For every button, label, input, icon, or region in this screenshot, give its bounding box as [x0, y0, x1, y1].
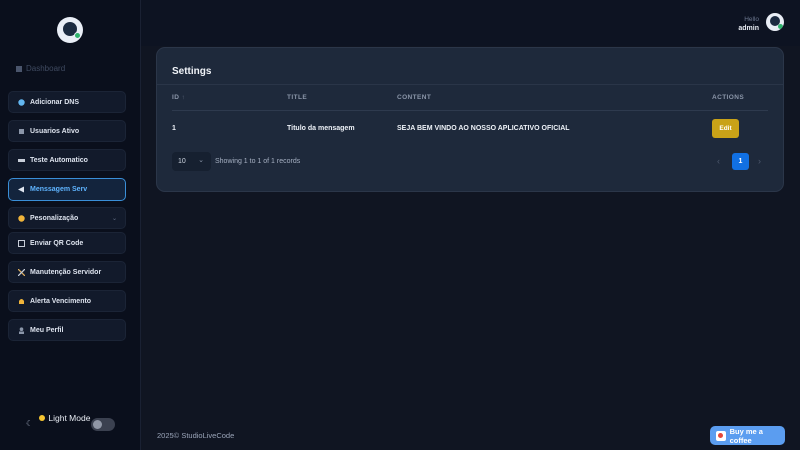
toggle-knob	[93, 420, 102, 429]
records-info: Showing 1 to 1 of 1 records	[215, 158, 301, 165]
user-icon	[18, 326, 25, 334]
settings-card: Settings ID ↑ TITLE CONTENT ACTIONS 1 Ti…	[156, 47, 784, 192]
sidebar-item-label: Menssagem Serv	[30, 186, 88, 193]
pagination-prev-icon[interactable]: ‹	[717, 156, 720, 166]
sidebar: Dashboard Adicionar DNS Usuarios Ativo T…	[0, 0, 141, 450]
user-greeting: Hello admin	[738, 15, 759, 33]
sidebar-item-alerta-vencimento[interactable]: Alerta Vencimento	[8, 290, 126, 312]
logo-avatar-icon[interactable]	[57, 17, 83, 43]
footer-copyright: 2025© StudioLiveCode	[157, 431, 235, 440]
tools-icon	[18, 268, 25, 276]
card-title: Settings	[172, 66, 212, 77]
divider	[157, 84, 783, 85]
sidebar-item-label: Pesonalização	[30, 214, 79, 222]
avatar[interactable]	[766, 13, 784, 31]
sidebar-item-label: Teste Automatico	[30, 156, 88, 164]
megaphone-icon	[18, 186, 25, 193]
greeting-text: Hello	[744, 16, 759, 23]
sidebar-item-label: Alerta Vencimento	[30, 297, 92, 305]
users-icon	[18, 128, 25, 135]
sort-icon: ↑	[181, 94, 186, 101]
sun-icon	[39, 415, 45, 421]
pagination-page-button[interactable]: 1	[732, 153, 749, 170]
topbar: Hello admin	[141, 0, 800, 46]
column-header-title[interactable]: TITLE	[287, 94, 307, 101]
chevron-down-icon: ⌄	[111, 216, 117, 222]
cell-content: SEJA BEM VINDO AO NOSSO APLICATIVO OFICI…	[397, 125, 570, 132]
coffee-cup-icon	[716, 430, 726, 441]
sidebar-item-label: Manutenção Servidor	[30, 268, 102, 276]
palette-icon	[18, 214, 25, 222]
chart-icon	[16, 65, 22, 72]
sidebar-item-label: Meu Perfil	[30, 326, 64, 334]
chevron-down-icon: ⌄	[198, 157, 204, 164]
pagination-next-icon[interactable]: ›	[758, 156, 761, 166]
bell-icon	[18, 298, 25, 305]
buy-me-a-coffee-button[interactable]: Buy me a coffee	[710, 426, 785, 445]
sidebar-item-menssagem-serv[interactable]: Menssagem Serv	[8, 178, 126, 201]
per-page-select[interactable]: 10 ⌄	[172, 152, 211, 171]
sidebar-item-enviar-qr-code[interactable]: Enviar QR Code	[8, 232, 126, 254]
sidebar-item-label: Enviar QR Code	[30, 239, 84, 247]
sidebar-item-usuarios-ativo[interactable]: Usuarios Ativo	[8, 120, 126, 142]
qrcode-icon	[18, 239, 25, 247]
divider	[172, 110, 768, 111]
sidebar-item-label: Adicionar DNS	[30, 98, 80, 106]
sidebar-item-meu-perfil[interactable]: Meu Perfil	[8, 319, 126, 341]
sidebar-item-label: Dashboard	[26, 64, 66, 73]
column-header-content[interactable]: CONTENT	[397, 94, 431, 101]
username-text: admin	[738, 25, 759, 32]
sidebar-item-pesonalizacao[interactable]: Pesonalização ⌄	[8, 207, 126, 229]
footer-brand-link[interactable]: StudioLiveCode	[181, 431, 234, 440]
monitor-icon	[18, 157, 25, 164]
cell-title: Titulo da mensagem	[287, 125, 355, 132]
column-header-actions: ACTIONS	[712, 94, 745, 101]
sidebar-item-dashboard[interactable]: Dashboard	[16, 64, 65, 73]
light-mode-toggle[interactable]	[91, 418, 115, 431]
sidebar-item-adicionar-dns[interactable]: Adicionar DNS	[8, 91, 126, 113]
edit-button[interactable]: Edit	[712, 119, 739, 138]
cell-id: 1	[172, 125, 176, 132]
column-header-id[interactable]: ID ↑	[172, 94, 185, 101]
moon-icon: ☾	[26, 419, 34, 428]
circle-icon	[18, 98, 25, 106]
sidebar-item-teste-automatico[interactable]: Teste Automatico	[8, 149, 126, 171]
sidebar-item-manutencao-servidor[interactable]: Manutenção Servidor	[8, 261, 126, 283]
sidebar-item-label: Usuarios Ativo	[30, 127, 80, 135]
